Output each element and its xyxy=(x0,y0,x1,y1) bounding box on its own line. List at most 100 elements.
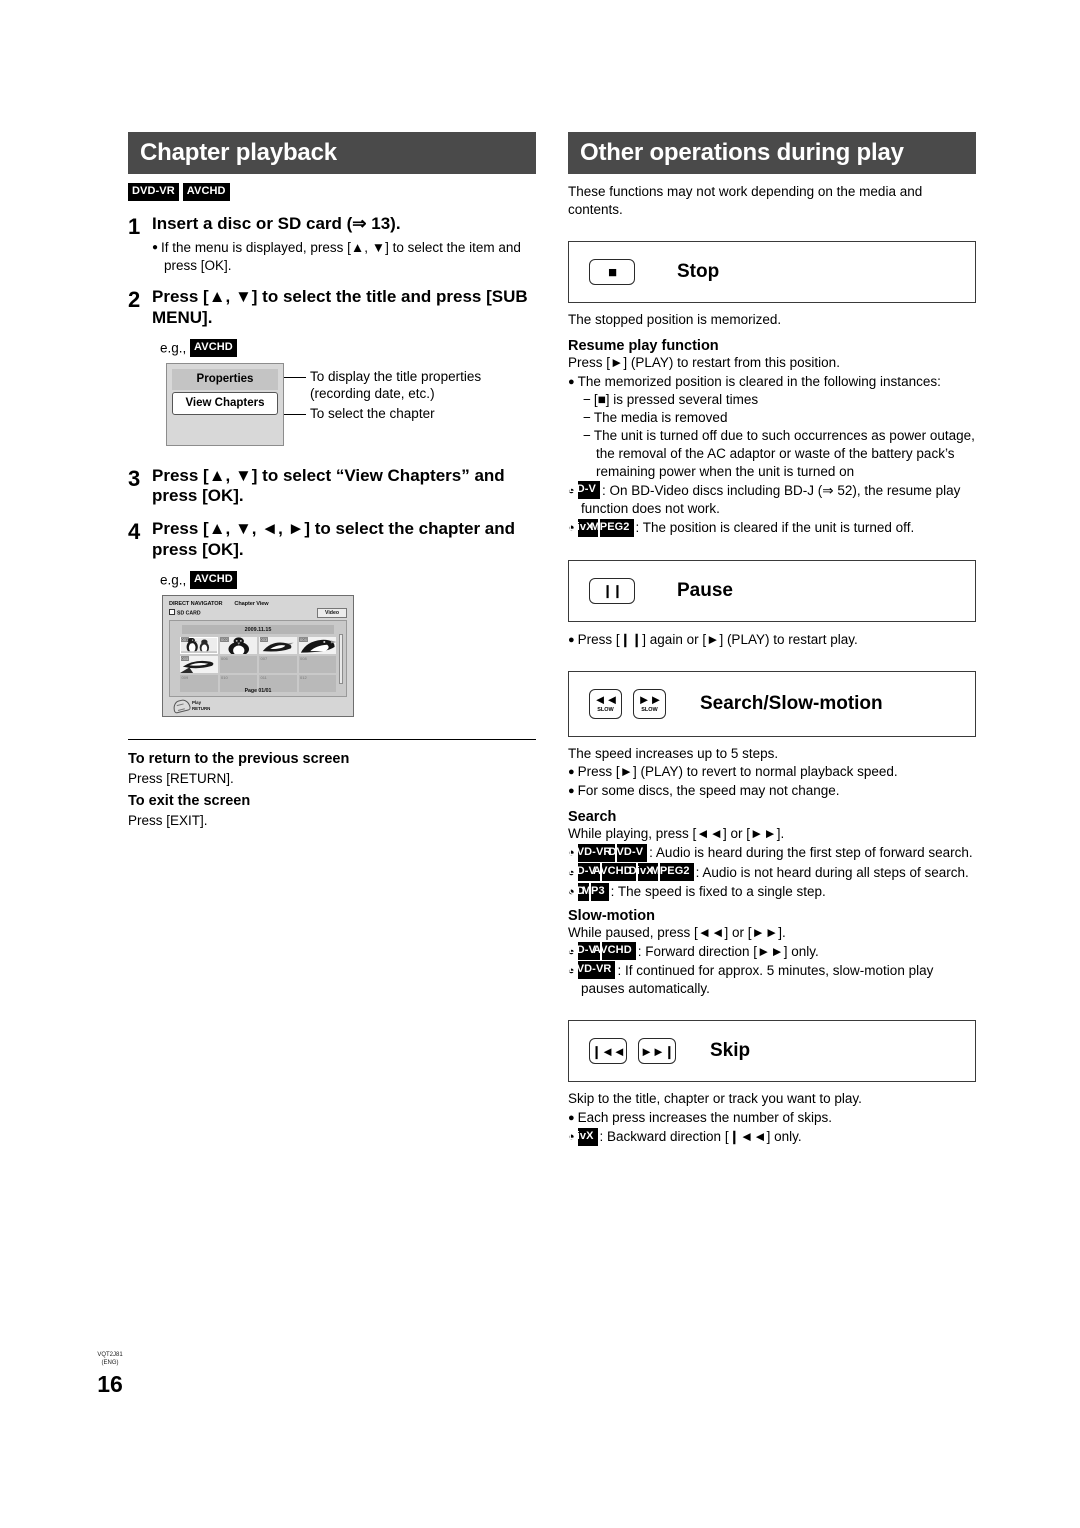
search-slow-bullet-2: ● For some discs, the speed may not chang… xyxy=(568,782,976,800)
eg-text-2: e.g., xyxy=(160,572,187,588)
screen-video-tab[interactable]: Video xyxy=(316,608,347,619)
screen-subtitle: Chapter View xyxy=(234,601,269,608)
example-label-2: e.g., AVCHD xyxy=(160,571,536,590)
skip-bullet-2-text: : Backward direction [❙◄◄] only. xyxy=(599,1129,802,1145)
step-2-number: 2 xyxy=(128,287,141,313)
bullet-dot-icon: ● xyxy=(152,242,159,254)
submenu-callouts: To display the title properties (recordi… xyxy=(284,363,481,422)
slow-motion-heading: Slow-motion xyxy=(568,907,655,924)
media-tag-avchd-example-1: AVCHD xyxy=(190,339,237,358)
media-tag-bd-v: BD-V xyxy=(569,481,600,500)
thumbnail-cell[interactable]: 008 xyxy=(298,656,336,674)
step-4: 4 Press [▲, ▼, ◄, ►] to select the chapt… xyxy=(128,519,536,560)
thumbnail-index: 009 xyxy=(181,675,189,681)
resume-play-heading: Resume play function xyxy=(568,338,719,355)
submenu-item-properties[interactable]: Properties xyxy=(172,369,278,390)
stop-dash-2: − The media is removed xyxy=(568,409,976,427)
function-box-search-slow-motion: ◄◄ SLOW ►► SLOW Search/Slow-motion xyxy=(568,670,976,737)
section-banner-chapter-playback: Chapter playback xyxy=(128,132,536,175)
search-bullet-2: ●BD-VAVCHDDivXMPEG2: Audio is not heard … xyxy=(568,863,976,882)
screen-footer-labels: Play RETURN xyxy=(192,700,210,713)
slow-motion-bullet-1: ●BD-VAVCHD: Forward direction [►►] only. xyxy=(568,942,976,961)
function-label-search-slow-motion: Search/Slow-motion xyxy=(700,692,883,714)
bullet-dot-icon: ● xyxy=(568,766,575,779)
screen-footer-return-label: RETURN xyxy=(192,706,211,712)
thumbnail-cell[interactable]: 003 xyxy=(259,637,297,655)
thumbnail-cell[interactable]: 006 xyxy=(219,656,257,674)
document-code-line2: (ENG) xyxy=(101,1359,119,1366)
checkbox-icon xyxy=(169,609,175,616)
thumbnail-cell[interactable]: 002 xyxy=(219,637,257,655)
screen-scrollbar[interactable] xyxy=(339,634,343,685)
submenu-popup: Properties View Chapters xyxy=(166,363,284,446)
slow-motion-bullet-1-text: : Forward direction [►►] only. xyxy=(637,943,819,959)
right-column: Other operations during play These funct… xyxy=(568,132,976,1147)
search-slow-bullet-2-text: For some discs, the speed may not change… xyxy=(577,783,840,799)
step-3-number: 3 xyxy=(128,465,141,491)
stop-dash-2-text: The media is removed xyxy=(593,409,728,425)
search-bullet-1: ●DVD-VRDVD-V: Audio is heard during the … xyxy=(568,843,976,862)
function-label-skip: Skip xyxy=(710,1040,751,1062)
thumbnail-cell[interactable]: 004 xyxy=(298,637,336,655)
bullet-dot-icon: ● xyxy=(568,1112,575,1125)
thumbnail-cell[interactable]: 005 xyxy=(180,656,218,674)
search-slow-keys: ◄◄ SLOW ►► SLOW xyxy=(589,688,666,719)
thumbnail-index: 008 xyxy=(300,656,307,662)
thumbnail-index: 010 xyxy=(221,675,228,681)
thumbnail-index: 011 xyxy=(260,675,267,681)
stop-button-icon: ■ xyxy=(589,259,635,286)
page-number: 16 xyxy=(97,1371,123,1397)
thumbnail-cell[interactable]: 007 xyxy=(259,656,297,674)
bullet-dot-icon: ● xyxy=(568,633,575,646)
function-box-skip: ❙◄◄ ►►❙ Skip xyxy=(568,1020,976,1083)
step-2: 2 Press [▲, ▼] to select the title and p… xyxy=(128,287,536,328)
screen-title-row: DIRECT NAVIGATOR Chapter View xyxy=(169,601,347,607)
media-tag-avchd-example-2: AVCHD xyxy=(190,571,237,590)
media-tag-row: DVD-VR AVCHD xyxy=(128,183,536,202)
left-column: Chapter playback DVD-VR AVCHD 1 Insert a … xyxy=(128,132,536,830)
thumbnail-cell[interactable]: 001 xyxy=(180,637,218,655)
submenu-item-view-chapters[interactable]: View Chapters xyxy=(172,391,278,415)
step-1: 1 Insert a disc or SD card (⇒ 13). ● If t… xyxy=(128,214,536,274)
bullet-dot-icon: ● xyxy=(568,785,575,798)
pause-bullet-text: Press [❙❙] again or [►] (PLAY) to restar… xyxy=(577,631,858,647)
eg-text: e.g., xyxy=(160,340,187,356)
chapter-view-screen-illustration: DIRECT NAVIGATOR Chapter View SD CARD Vid… xyxy=(162,595,354,718)
rewind-slow-button-icon: ◄◄ SLOW xyxy=(589,688,622,719)
stop-bullet-divx-text: : The position is cleared if the unit is… xyxy=(635,520,915,536)
function-label-pause: Pause xyxy=(677,579,733,601)
example-label-1: e.g., AVCHD xyxy=(160,339,536,358)
remote-control-icon xyxy=(171,698,192,715)
stop-bullet-1-text: The memorized position is cleared in the… xyxy=(577,374,941,389)
screen-thumbnail-grid: 001 002 003 004 005 006 007 008 009 010 … xyxy=(180,637,336,693)
submenu-popup-illustration: Properties View Chapters To display the … xyxy=(166,363,536,446)
pause-glyph: ❙❙ xyxy=(602,583,623,599)
search-slow-bullet-1: ● Press [►] (PLAY) to revert to normal pl… xyxy=(568,763,976,781)
skip-forward-glyph: ►►❙ xyxy=(640,1043,675,1059)
document-code: VQT2J81 (ENG) xyxy=(88,1352,132,1367)
screen-footer-play-label: Play xyxy=(192,699,202,705)
dash-icon: − xyxy=(583,409,591,425)
step-1-heading: Insert a disc or SD card (⇒ 13). xyxy=(152,214,401,234)
exit-heading: To exit the screen xyxy=(128,792,251,809)
slow-motion-bullet-2: ●DVD-VR: If continued for approx. 5 minu… xyxy=(568,961,976,998)
callout-properties-line1: To display the title properties xyxy=(310,369,482,385)
stop-bullet-divx: ●DivXMPEG2: The position is cleared if t… xyxy=(568,518,976,537)
screen-title: DIRECT NAVIGATOR xyxy=(169,601,223,608)
skip-keys: ❙◄◄ ►►❙ xyxy=(589,1038,676,1065)
thumbnail-index: 002 xyxy=(220,637,229,643)
skip-bullet-1-text: Each press increases the number of skips… xyxy=(577,1110,833,1126)
callout-properties: To display the title properties (recordi… xyxy=(284,368,481,403)
step-4-heading: Press [▲, ▼, ◄, ►] to select the chapter… xyxy=(152,519,516,559)
stop-bullet-1: ● The memorized position is cleared in th… xyxy=(568,373,976,391)
screen-page-indicator: Page 01/01 xyxy=(244,688,272,695)
stop-after-text: The stopped position is memorized. xyxy=(568,312,782,328)
slow-label-right: SLOW xyxy=(641,707,658,714)
media-tag-mpeg2: MPEG2 xyxy=(591,518,634,537)
screen-source-label: SD CARD xyxy=(177,610,201,617)
screen-date-bar: 2009.11.15 xyxy=(182,625,334,635)
stop-bullet-bdv: ●BD-V: On BD-Video discs including BD-J … xyxy=(568,481,976,518)
slow-motion-bullet-2-text: : If continued for approx. 5 minutes, sl… xyxy=(581,963,934,997)
bullet-dot-icon: ● xyxy=(568,376,575,388)
slow-motion-text: While paused, press [◄◄] or [►►]. xyxy=(568,924,786,940)
